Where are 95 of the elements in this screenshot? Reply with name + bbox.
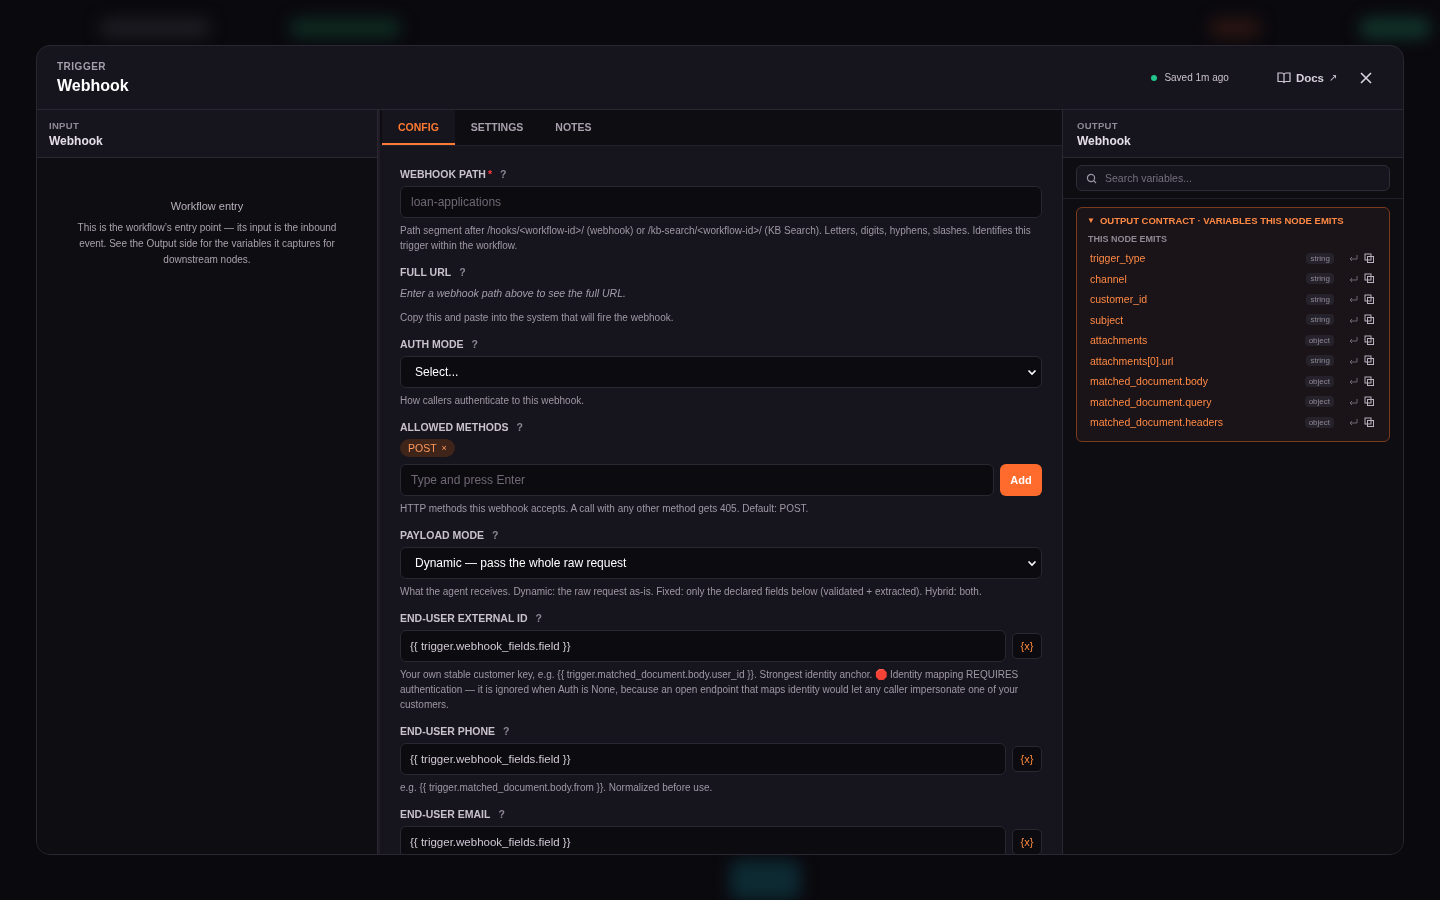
field-hint: Your own stable customer key, e.g. {{ trigger.matched_document.body.user_id }}. Strongest identity anchor. 🛑 Identity mapping REQUIRES authentication — it is ignored when Auth is None, because an open endpoint that maps identity would let any caller impersonate one of your customers. bbox=[400, 668, 1020, 712]
field-label: END-USER EMAIL bbox=[400, 808, 491, 820]
type-badge: object bbox=[1304, 375, 1334, 387]
type-badge: string bbox=[1306, 252, 1334, 264]
field-label: FULL URL bbox=[400, 266, 452, 278]
entry-description: This is the workflow’s entry point — its input is the inbound event. See the Output side for the variables it captures for downstream nodes. bbox=[76, 221, 338, 267]
entry-heading: Workflow entry bbox=[170, 200, 244, 212]
type-badge: string bbox=[1306, 314, 1334, 326]
field-hint: How callers authenticate to this webhook. bbox=[400, 394, 585, 408]
variable-name[interactable]: channel bbox=[1090, 272, 1307, 285]
enter-icon bbox=[1348, 418, 1358, 427]
panel-title: Webhook bbox=[49, 133, 104, 148]
status-dot bbox=[1151, 74, 1158, 81]
copy-icon bbox=[1364, 252, 1375, 264]
enter-icon bbox=[1348, 295, 1358, 304]
field-label: AUTH MODE bbox=[400, 338, 464, 350]
variable-name[interactable]: matched_document.headers bbox=[1090, 416, 1305, 429]
enter-icon bbox=[1348, 274, 1358, 283]
copy-icon bbox=[1364, 375, 1375, 387]
enter-icon bbox=[1348, 397, 1358, 406]
chevron-down-icon bbox=[1027, 368, 1037, 376]
copy-icon bbox=[1364, 355, 1375, 367]
variable-name[interactable]: matched_document.query bbox=[1090, 395, 1305, 408]
enter-icon bbox=[1348, 254, 1358, 263]
save-status: Saved 1m ago bbox=[1164, 72, 1229, 83]
tab[interactable]: NOTES bbox=[539, 110, 608, 145]
required-mark: * bbox=[487, 168, 493, 180]
chevron-down-icon bbox=[1027, 559, 1037, 567]
tag-input-field[interactable]: Type and press Enter bbox=[400, 464, 994, 496]
field-hint: Copy this and paste into the system that will fire the webhook. bbox=[400, 311, 675, 325]
insert-variable-button[interactable]: {x} bbox=[1012, 829, 1042, 854]
insert-variable-button[interactable]: {x} bbox=[1012, 633, 1042, 659]
tab[interactable]: SETTINGS bbox=[454, 110, 540, 145]
dropdown[interactable]: Select... bbox=[400, 356, 1042, 388]
variable-name[interactable]: customer_id bbox=[1090, 293, 1307, 306]
help-icon[interactable]: ? bbox=[459, 266, 466, 278]
enter-icon bbox=[1348, 377, 1358, 386]
type-badge: string bbox=[1306, 273, 1334, 285]
dropdown[interactable]: Dynamic — pass the whole raw request bbox=[400, 547, 1042, 579]
search-field[interactable]: Search variables... bbox=[1076, 165, 1390, 191]
panel-title: Webhook bbox=[1077, 133, 1132, 148]
help-icon[interactable]: ? bbox=[516, 421, 523, 433]
help-icon[interactable]: ? bbox=[498, 808, 505, 820]
help-icon[interactable]: ? bbox=[503, 725, 510, 737]
panel-eyebrow: OUTPUT bbox=[1077, 119, 1119, 131]
type-badge: string bbox=[1306, 355, 1334, 367]
type-badge: object bbox=[1304, 396, 1334, 408]
field-hint: Path segment after /hooks/<workflow-id>/ (webhook) or /kb-search/<workflow-id>/ (KB Search). Letters, digits, hyphens, slashes. Identifies this trigger within the workflow. bbox=[400, 224, 1032, 253]
field-label: END-USER PHONE bbox=[400, 725, 496, 737]
variable-name[interactable]: matched_document.body bbox=[1090, 375, 1305, 388]
enter-icon bbox=[1348, 356, 1358, 365]
variable-name[interactable]: subject bbox=[1090, 313, 1307, 326]
close-button[interactable] bbox=[1359, 70, 1373, 85]
remove-tag-button[interactable]: × bbox=[441, 443, 447, 453]
contract-toggle[interactable]: ▼ OUTPUT CONTRACT · VARIABLES THIS NODE EMITS bbox=[1077, 215, 1389, 226]
type-badge: object bbox=[1304, 334, 1334, 346]
field-label: ALLOWED METHODS bbox=[400, 421, 509, 433]
field-label: END-USER EXTERNAL ID bbox=[400, 612, 528, 624]
field-hint: HTTP methods this webhook accepts. A call with any other method gets 405. Default: POST. bbox=[400, 502, 810, 516]
tab[interactable]: CONFIG bbox=[382, 110, 455, 145]
copy-icon bbox=[1364, 314, 1375, 326]
close-icon bbox=[1359, 70, 1373, 85]
contract-subtitle: THIS NODE EMITS bbox=[1087, 234, 1168, 244]
variable-field[interactable]: {{ trigger.webhook_fields.field }} bbox=[400, 826, 1006, 854]
field-label: PAYLOAD MODE bbox=[400, 529, 484, 541]
variable-field[interactable]: {{ trigger.webhook_fields.field }} bbox=[400, 743, 1006, 775]
book-icon bbox=[1276, 71, 1291, 84]
type-badge: string bbox=[1306, 293, 1334, 305]
insert-variable-button[interactable]: {x} bbox=[1012, 746, 1042, 772]
help-icon[interactable]: ? bbox=[471, 338, 478, 350]
url-preview: Enter a webhook path above to see the full URL. bbox=[400, 286, 627, 301]
field-hint: e.g. {{ trigger.matched_document.body.from }}. Normalized before use. bbox=[400, 781, 714, 795]
variable-name[interactable]: attachments[0].url bbox=[1090, 354, 1307, 367]
field-label: WEBHOOK PATH bbox=[400, 168, 486, 180]
variable-name[interactable]: trigger_type bbox=[1090, 252, 1307, 265]
method-tag: POST × bbox=[400, 439, 455, 457]
section-eyebrow: TRIGGER bbox=[57, 61, 108, 72]
copy-icon bbox=[1364, 293, 1375, 305]
enter-icon bbox=[1348, 315, 1358, 324]
copy-icon bbox=[1364, 273, 1375, 285]
docs-link[interactable]: Docs ↗ bbox=[1276, 71, 1337, 84]
help-icon[interactable]: ? bbox=[492, 529, 499, 541]
help-icon[interactable]: ? bbox=[535, 612, 542, 624]
help-icon[interactable]: ? bbox=[500, 168, 507, 180]
type-badge: object bbox=[1304, 416, 1334, 428]
field-hint: What the agent receives. Dynamic: the raw request as-is. Fixed: only the declared fields below (validated + extracted). Hybrid: both. bbox=[400, 585, 983, 599]
copy-icon bbox=[1364, 396, 1375, 408]
modal-title: Webhook bbox=[57, 77, 129, 95]
copy-icon bbox=[1364, 334, 1375, 346]
text-field[interactable]: loan-applications bbox=[400, 186, 1042, 218]
copy-icon bbox=[1364, 416, 1375, 428]
panel-eyebrow: INPUT bbox=[49, 119, 80, 131]
variable-name[interactable]: attachments bbox=[1090, 334, 1305, 347]
variable-field[interactable]: {{ trigger.webhook_fields.field }} bbox=[400, 630, 1006, 662]
enter-icon bbox=[1348, 336, 1358, 345]
